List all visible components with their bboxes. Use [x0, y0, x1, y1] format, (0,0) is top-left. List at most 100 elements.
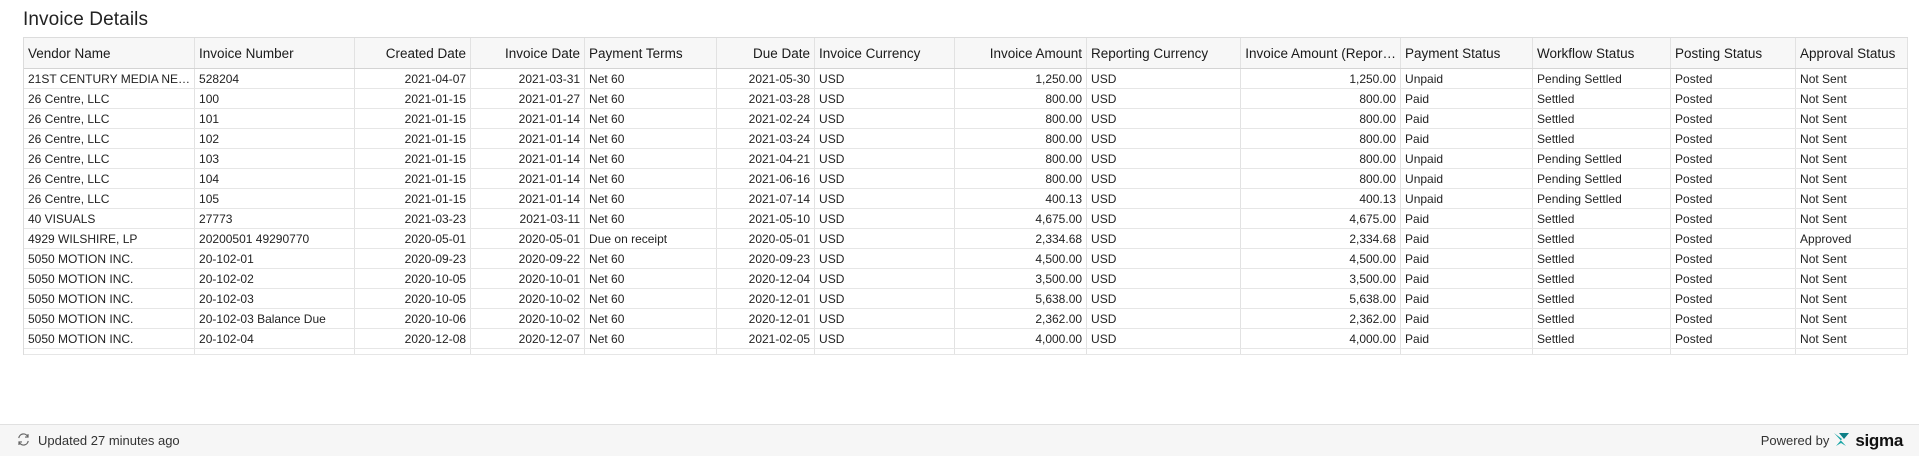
table-cell[interactable]: 2020-10-02	[470, 308, 586, 329]
table-cell[interactable]: Settled	[1532, 208, 1672, 229]
last-updated[interactable]: Updated 27 minutes ago	[16, 432, 180, 450]
table-cell[interactable]: USD	[814, 268, 956, 289]
table-cell[interactable]: 2020-10-01	[470, 268, 586, 289]
column-header[interactable]: Workflow Status	[1532, 38, 1672, 69]
table-cell[interactable]: Pending Settled	[1532, 168, 1672, 189]
table-cell[interactable]: Settled	[1532, 108, 1672, 129]
table-cell[interactable]: USD	[1086, 288, 1242, 309]
table-cell[interactable]: 26 Centre, LLC	[24, 108, 196, 129]
table-cell[interactable]: 1,250.00	[954, 68, 1088, 89]
table-cell[interactable]: Settled	[1532, 328, 1672, 349]
table-cell[interactable]: Settled	[1532, 268, 1672, 289]
table-cell[interactable]: 20200501 49290770	[194, 228, 356, 249]
table-row[interactable]: 5050 MOTION INC. 20-102-01 2020-09-23 2020-…	[24, 248, 1909, 269]
column-header[interactable]: Approval Status	[1795, 38, 1909, 69]
table-cell[interactable]: Pending Settled	[1532, 148, 1672, 169]
table-cell[interactable]: 2021-01-15	[354, 108, 472, 129]
table-cell[interactable]: Net 60	[584, 68, 718, 89]
table-cell[interactable]: 2021-01-14	[470, 168, 586, 189]
table-cell[interactable]: Not Sent	[1795, 128, 1909, 149]
table-cell[interactable]: USD	[1086, 208, 1242, 229]
table-cell[interactable]: Not Sent	[1795, 288, 1909, 309]
table-row[interactable]: 5050 MOTION INC. 20-102-03 Balance Due 202…	[24, 308, 1909, 329]
table-cell[interactable]: Posted	[1670, 88, 1797, 109]
table-cell[interactable]: Unpaid	[1400, 68, 1534, 89]
table-cell[interactable]: Not Sent	[1795, 148, 1909, 169]
table-cell[interactable]: 800.00	[1240, 148, 1402, 169]
table-cell[interactable]: 2,362.00	[954, 308, 1088, 329]
table-cell[interactable]: Posted	[1670, 108, 1797, 129]
table-cell[interactable]: 1,250.00	[1240, 68, 1402, 89]
table-cell[interactable]: 800.00	[954, 108, 1088, 129]
column-header[interactable]: Payment Terms	[584, 38, 718, 69]
table-cell[interactable]: Pending Settled	[1532, 188, 1672, 209]
table-cell[interactable]: Posted	[1670, 308, 1797, 329]
column-header[interactable]: Reporting Currency	[1086, 38, 1242, 69]
table-cell[interactable]: 2,362.00	[1240, 308, 1402, 329]
table-cell[interactable]: USD	[814, 148, 956, 169]
column-header[interactable]: Invoice Number	[194, 38, 356, 69]
table-cell[interactable]: Paid	[1400, 88, 1534, 109]
table-cell[interactable]: 400.13	[1240, 188, 1402, 209]
table-cell[interactable]: 2021-06-16	[716, 168, 816, 189]
table-cell[interactable]: Posted	[1670, 128, 1797, 149]
table-cell[interactable]: 4929 WILSHIRE, LP	[24, 228, 196, 249]
table-cell[interactable]: 2,334.68	[954, 228, 1088, 249]
table-cell[interactable]: 2021-01-15	[354, 88, 472, 109]
table-row[interactable]: 40 VISUALS 27773 2021-03-23 2021-03-11 Net 6…	[24, 208, 1909, 229]
table-cell[interactable]: 2020-09-23	[354, 248, 472, 269]
table-cell[interactable]: 4,675.00	[954, 208, 1088, 229]
column-header[interactable]: Created Date	[354, 38, 472, 69]
table-cell[interactable]: Settled	[1532, 308, 1672, 329]
table-cell[interactable]: 2021-03-11	[470, 208, 586, 229]
table-cell[interactable]: Posted	[1670, 288, 1797, 309]
table-cell[interactable]: 102	[194, 128, 356, 149]
refresh-icon[interactable]	[16, 432, 31, 450]
table-cell[interactable]: 2021-01-14	[470, 148, 586, 169]
table-cell[interactable]: 2020-10-02	[470, 288, 586, 309]
table-cell[interactable]: 4,500.00	[1240, 248, 1402, 269]
table-row[interactable]: 21ST CENTURY MEDIA NE… 528204 2021-04-07 20…	[24, 68, 1909, 89]
table-cell[interactable]: Net 60	[584, 128, 718, 149]
table-cell[interactable]: Unpaid	[1400, 188, 1534, 209]
table-row[interactable]: 26 Centre, LLC 103 2021-01-15 2021-01-14 Net…	[24, 148, 1909, 169]
table-cell[interactable]: 2021-03-28	[716, 88, 816, 109]
table-cell[interactable]: Settled	[1532, 88, 1672, 109]
table-cell[interactable]: USD	[814, 88, 956, 109]
table-cell[interactable]: 103	[194, 148, 356, 169]
table-cell[interactable]: Posted	[1670, 248, 1797, 269]
table-cell[interactable]: 26 Centre, LLC	[24, 168, 196, 189]
column-header[interactable]: Posting Status	[1670, 38, 1797, 69]
table-cell[interactable]: 20-102-03	[194, 288, 356, 309]
table-cell[interactable]: USD	[1086, 68, 1242, 89]
table-cell[interactable]: USD	[1086, 148, 1242, 169]
table-cell[interactable]: Not Sent	[1795, 108, 1909, 129]
table-cell[interactable]: Posted	[1670, 68, 1797, 89]
table-cell[interactable]: 2021-04-21	[716, 148, 816, 169]
table-cell[interactable]: USD	[814, 188, 956, 209]
table-cell[interactable]: 2,334.68	[1240, 228, 1402, 249]
table-cell[interactable]: 2021-04-07	[354, 68, 472, 89]
table-cell[interactable]: USD	[1086, 328, 1242, 349]
table-cell[interactable]: 5050 MOTION INC.	[24, 268, 196, 289]
table-cell[interactable]: USD	[1086, 168, 1242, 189]
table-cell[interactable]: 400.13	[954, 188, 1088, 209]
column-header[interactable]: Vendor Name	[24, 38, 196, 69]
table-cell[interactable]: 2020-05-01	[716, 228, 816, 249]
table-cell[interactable]: Paid	[1400, 288, 1534, 309]
table-cell[interactable]: 2020-12-01	[716, 288, 816, 309]
table-cell[interactable]: Paid	[1400, 208, 1534, 229]
table-row[interactable]: 5050 MOTION INC. 20-102-02 2020-10-05 2020-…	[24, 268, 1909, 289]
column-header[interactable]: Invoice Amount (Repor…	[1240, 38, 1402, 69]
table-cell[interactable]: Pending Settled	[1532, 68, 1672, 89]
table-cell[interactable]: 2021-01-14	[470, 128, 586, 149]
table-cell[interactable]: 5,638.00	[1240, 288, 1402, 309]
table-cell[interactable]: Posted	[1670, 328, 1797, 349]
table-cell[interactable]: Net 60	[584, 328, 718, 349]
table-cell[interactable]: USD	[814, 308, 956, 329]
table-cell[interactable]: Net 60	[584, 208, 718, 229]
table-cell[interactable]: 100	[194, 88, 356, 109]
table-cell[interactable]: Settled	[1532, 288, 1672, 309]
table-cell[interactable]: Paid	[1400, 228, 1534, 249]
table-cell[interactable]: 2020-12-07	[470, 328, 586, 349]
